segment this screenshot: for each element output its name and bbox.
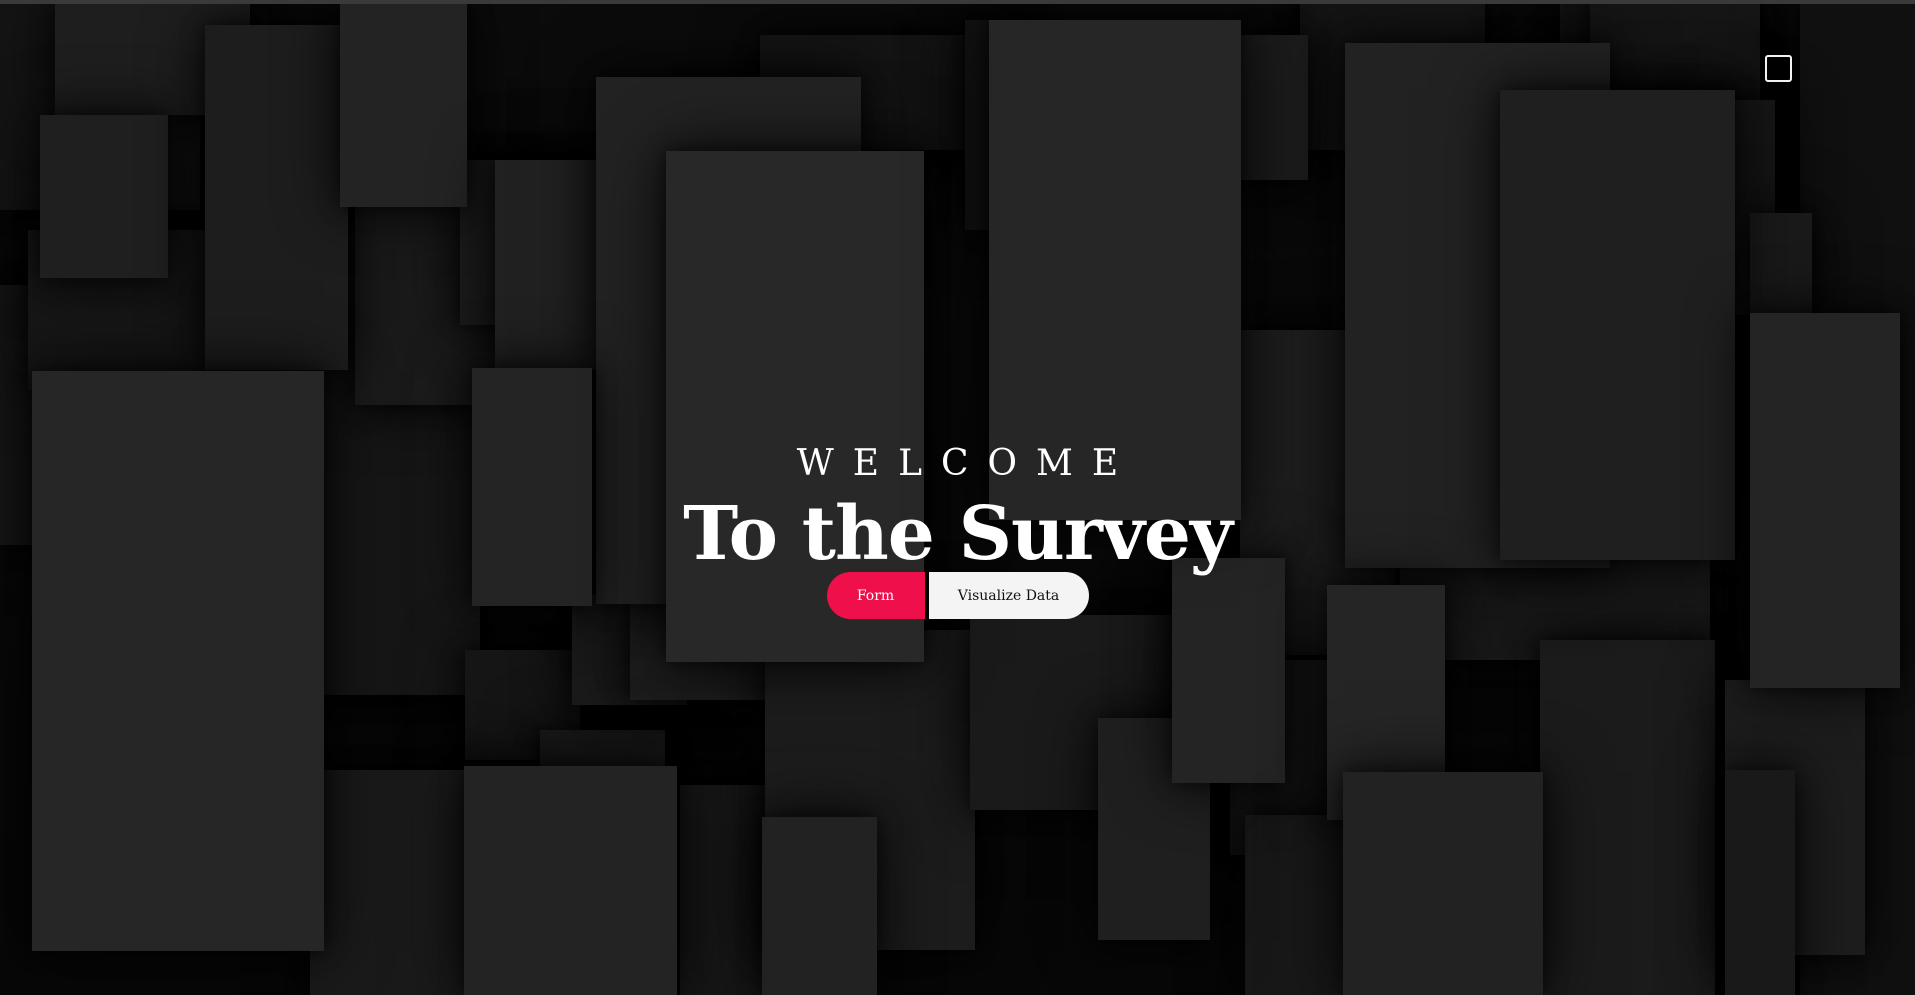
- bg-rect: [762, 817, 877, 995]
- menu-toggle-icon[interactable]: [1765, 55, 1792, 82]
- bg-rect: [1343, 772, 1543, 995]
- bg-rect: [680, 785, 770, 995]
- visualize-data-button[interactable]: Visualize Data: [928, 572, 1089, 619]
- bg-rect: [340, 0, 467, 207]
- hero: WELCOME To the Survey Form Visualize Dat…: [0, 440, 1915, 619]
- bg-rect: [464, 766, 677, 995]
- bg-rect: [1750, 213, 1812, 323]
- bg-rect: [310, 770, 490, 995]
- bg-rect: [40, 115, 168, 278]
- bg-rect: [1725, 770, 1795, 995]
- bg-rect: [1235, 35, 1308, 180]
- page-title: To the Survey: [683, 491, 1233, 577]
- hero-actions: Form Visualize Data: [0, 572, 1915, 619]
- welcome-heading: WELCOME: [796, 443, 1138, 484]
- window-top-border: [0, 0, 1915, 4]
- form-button[interactable]: Form: [826, 572, 925, 619]
- bg-rect: [1245, 815, 1355, 995]
- bg-rect: [205, 25, 348, 370]
- bg-rect: [1540, 640, 1715, 995]
